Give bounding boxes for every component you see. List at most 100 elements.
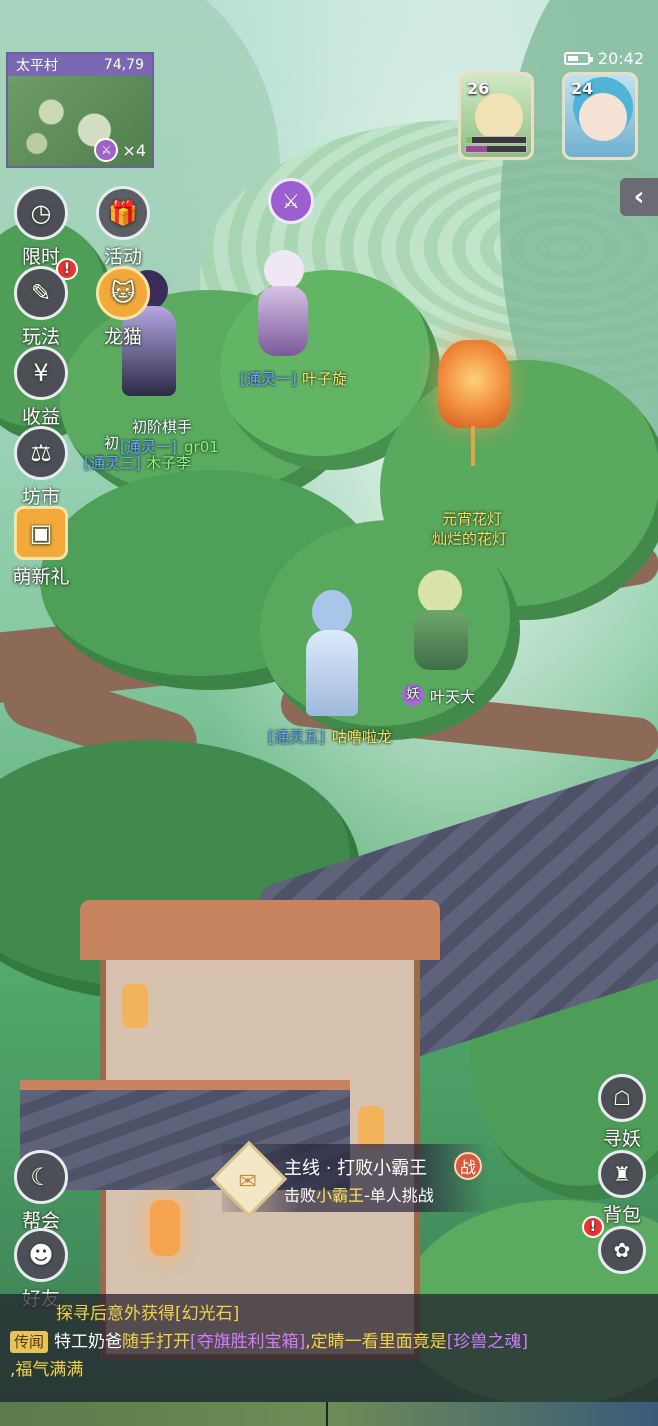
pet-face: [475, 93, 523, 141]
player3-tag: [通灵五]: [268, 728, 325, 746]
hanging-lantern: [150, 1200, 180, 1256]
battle-badge: 战: [454, 1152, 482, 1180]
player2-tag: [通灵一]: [240, 370, 297, 388]
quest-scroll-icon: ✉: [210, 1140, 288, 1218]
minimap-location: 太平村: [16, 58, 58, 74]
pet-badge: 妖: [402, 684, 424, 706]
player1-title: 初阶棋手: [132, 418, 193, 436]
character-sprite: [312, 590, 352, 634]
player2-name: 叶子旋: [302, 370, 348, 388]
money-bag-icon: ¥: [14, 346, 68, 400]
chat-line: 探寻后意外获得[幻光石]: [56, 1304, 240, 1324]
pet-hp-fill: [466, 137, 472, 143]
menu-activity[interactable]: 🎁 活动: [92, 186, 154, 269]
pet-level: 26: [467, 79, 490, 98]
menu-label: 收益: [21, 406, 60, 428]
character-sprite: [258, 286, 308, 356]
menu-guild[interactable]: ☾ 帮会: [10, 1150, 72, 1233]
chat-line: 传闻 特工奶爸随手打开[夺旗胜利宝箱],定睛一看里面竟是[珍兽之魂]: [10, 1328, 648, 1356]
player-character[interactable]: [292, 590, 372, 720]
menu-backpack[interactable]: ♜ 背包: [594, 1150, 650, 1227]
pet-sprite: [414, 610, 468, 670]
bottom-divider: [326, 1402, 328, 1426]
chat-text: 随手打开: [122, 1332, 191, 1352]
menu-newbie-gift[interactable]: ▣ 萌新礼: [10, 506, 72, 589]
fox-search-icon: ☖: [598, 1074, 646, 1122]
menu-label: 活动: [103, 246, 142, 268]
gift-box-icon: 🎁: [96, 186, 150, 240]
guild-icon: ☾: [14, 1150, 68, 1204]
player-face: [579, 93, 627, 141]
player1-tag: [通灵三]: [84, 454, 141, 472]
player3-name: 咕噜啦龙: [332, 728, 393, 746]
battery-icon: [563, 51, 593, 65]
chat-item-link[interactable]: [夺旗胜利宝箱]: [190, 1332, 305, 1352]
chat-sender[interactable]: 特工奶爸: [54, 1332, 122, 1352]
menu-earnings[interactable]: ¥ 收益: [10, 346, 72, 429]
menu-label: 寻妖: [602, 1128, 641, 1150]
menu-dragon-cat[interactable]: 🐱 龙猫: [92, 266, 154, 349]
alert-badge: !: [582, 1216, 604, 1238]
scale-icon: ⚖: [14, 426, 68, 480]
menu-label: 玩法: [21, 326, 60, 348]
building-eave: [80, 900, 440, 960]
minimap-coords: 74,79: [103, 57, 144, 73]
scroll-icon: ✉: [238, 1169, 257, 1195]
chat-channel-tag: 传闻: [10, 1331, 49, 1353]
chat-text: ,定睛一看里面竟是: [305, 1332, 447, 1352]
minimap[interactable]: 太平村 74,79 ⚔ ×4: [6, 52, 154, 168]
quest-tracker[interactable]: ✉ 主线 · 打败小霸王 战 击败小霸王-单人挑战: [210, 1140, 488, 1218]
pet-mp-bar: [465, 145, 527, 153]
pet-name: 叶天大: [430, 688, 476, 706]
pet-mp-fill: [466, 146, 487, 152]
menu-gameplay[interactable]: ✎ 玩法 !: [10, 258, 78, 349]
collapse-arrow-icon[interactable]: ‹: [620, 178, 658, 216]
clock-time: 20:42: [597, 48, 644, 68]
menu-expand[interactable]: ✿ !: [582, 1216, 650, 1276]
bag-icon: ♜: [598, 1150, 646, 1198]
player-portrait[interactable]: 24: [562, 72, 638, 160]
quest-sub-prefix: 击败: [284, 1186, 317, 1205]
quest-title: 主线 · 打败小霸王: [284, 1158, 428, 1179]
chat-panel[interactable]: 探寻后意外获得[幻光石] 传闻 特工奶爸随手打开[夺旗胜利宝箱],定睛一看里面竟是…: [0, 1294, 658, 1402]
pet-character[interactable]: [402, 570, 482, 680]
battle-count: ×4: [122, 140, 146, 160]
clock-icon: ◷: [14, 186, 68, 240]
quest-subtitle: 击败小霸王-单人挑战: [284, 1182, 434, 1206]
lantern-name: 灿烂的花灯: [432, 530, 508, 548]
lantern-title: 元宵花灯: [442, 510, 503, 528]
flower-menu-icon: ✿: [598, 1226, 646, 1274]
pet-portrait[interactable]: 26: [458, 72, 534, 160]
quest-target: 小霸王: [316, 1186, 365, 1205]
menu-seek-monster[interactable]: ☖ 寻妖: [594, 1074, 650, 1151]
pet-sprite: [418, 570, 462, 614]
alert-badge: !: [56, 258, 78, 280]
hanging-lantern: [122, 984, 148, 1028]
menu-label: 萌新礼: [12, 566, 70, 588]
player1-name: 木子李: [146, 454, 192, 472]
chat-item-link[interactable]: [珍兽之魂]: [447, 1332, 528, 1352]
character-sprite: [306, 630, 358, 716]
minimap-battle-count[interactable]: ⚔ ×4: [94, 138, 146, 162]
minimap-header: 太平村 74,79: [8, 54, 152, 76]
menu-limited-time[interactable]: ◷ 限时: [10, 186, 72, 269]
player1-overlay-prefix: 初: [104, 434, 120, 452]
player-level: 24: [571, 79, 594, 98]
menu-market[interactable]: ⚖ 坊市: [10, 426, 72, 509]
player-character[interactable]: [248, 250, 318, 360]
pet-hp-bar: [465, 136, 527, 144]
menu-label: 坊市: [21, 486, 60, 508]
menu-label: 背包: [602, 1204, 641, 1226]
status-bar: 20:42: [563, 46, 644, 70]
menu-label: 龙猫: [103, 326, 142, 348]
treasure-chest-icon: ▣: [14, 506, 68, 560]
quest-sub-suffix: -单人挑战: [364, 1186, 434, 1205]
chat-line: ,福气满满: [10, 1360, 84, 1380]
crossed-swords-icon: ⚔: [94, 138, 119, 162]
menu-label: 限时: [21, 246, 60, 268]
bottom-bar: [0, 1402, 658, 1426]
cat-face-icon: 🐱: [96, 266, 150, 320]
character-sprite: [264, 250, 304, 290]
sky-lantern[interactable]: [438, 340, 510, 466]
battle-marker-icon[interactable]: ⚔: [268, 178, 314, 224]
